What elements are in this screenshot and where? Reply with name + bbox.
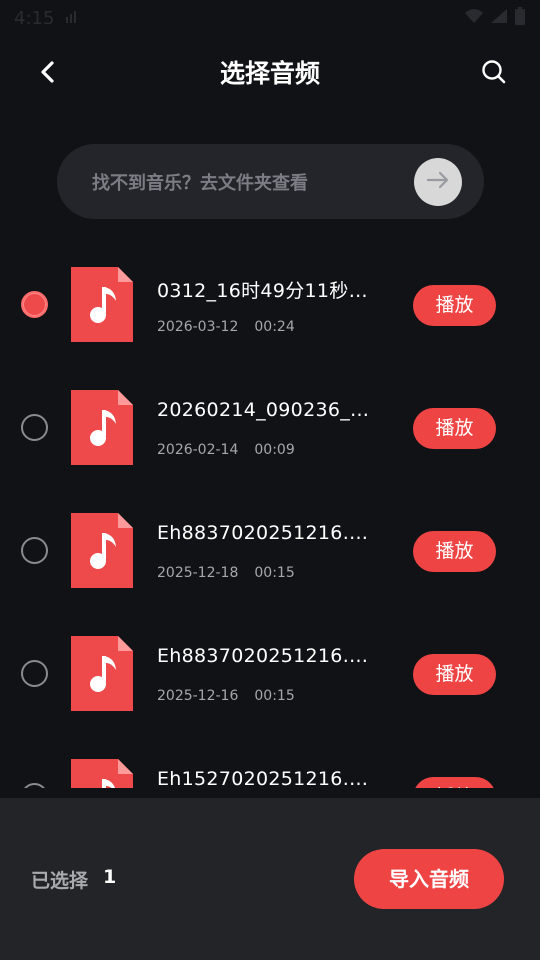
file-meta: 2025-12-16 00:15	[157, 688, 295, 704]
page-title: 选择音频	[219, 59, 320, 88]
file-name: 20260214_090236_…	[157, 399, 370, 421]
music-file-icon	[71, 759, 133, 788]
file-date: 2026-02-14	[157, 442, 239, 458]
play-button[interactable]: 播放	[413, 777, 496, 788]
status-time: 4:15	[14, 7, 55, 29]
audio-file-list[interactable]: 0312_16时49分11秒… 2026-03-12 00:24 播放 20260…	[0, 244, 540, 788]
folder-hint-text: 找不到音乐？去文件夹查看	[92, 172, 308, 194]
status-bar: 4:15	[0, 0, 540, 36]
status-right	[464, 6, 526, 30]
select-radio[interactable]	[21, 660, 48, 687]
signal-small-icon	[64, 8, 80, 29]
file-duration: 00:15	[254, 688, 295, 704]
file-date: 2025-12-16	[157, 688, 239, 704]
file-name: Eh8837020251216.…	[157, 645, 369, 667]
play-button[interactable]: 播放	[413, 408, 496, 449]
file-name: Eh8837020251216.…	[157, 522, 369, 544]
arrow-right-icon	[425, 170, 451, 194]
file-meta: 2025-12-18 00:15	[157, 565, 295, 581]
status-left: 4:15	[14, 8, 80, 29]
list-item[interactable]: 20260214_090236_… 2026-02-14 00:09 播放	[0, 367, 540, 490]
import-audio-button[interactable]: 导入音频	[354, 849, 504, 909]
play-button[interactable]: 播放	[413, 285, 496, 326]
music-file-icon	[71, 267, 133, 342]
search-icon	[481, 59, 507, 89]
selected-count: 1	[103, 866, 117, 888]
file-name: 0312_16时49分11秒…	[157, 280, 368, 302]
wifi-icon	[464, 8, 484, 29]
select-radio[interactable]	[21, 414, 48, 441]
list-item[interactable]: 0312_16时49分11秒… 2026-03-12 00:24 播放	[0, 244, 540, 367]
list-item[interactable]: Eh1527020251216.… 播放	[0, 736, 540, 788]
selected-label: 已选择	[31, 870, 89, 892]
file-meta: 2026-03-12 00:24	[157, 319, 295, 335]
file-name: Eh1527020251216.…	[157, 768, 369, 788]
list-item[interactable]: Eh8837020251216.… 2025-12-18 00:15 播放	[0, 490, 540, 613]
music-file-icon	[71, 636, 133, 711]
battery-icon	[514, 6, 526, 30]
file-duration: 00:09	[254, 442, 295, 458]
play-button[interactable]: 播放	[413, 654, 496, 695]
music-file-icon	[71, 513, 133, 588]
select-radio[interactable]	[21, 783, 48, 788]
file-duration: 00:15	[254, 565, 295, 581]
file-date: 2025-12-18	[157, 565, 239, 581]
music-file-icon	[71, 390, 133, 465]
bottom-bar: 已选择 1 导入音频	[0, 798, 540, 960]
search-button[interactable]	[474, 54, 514, 94]
open-folder-bar[interactable]: 找不到音乐？去文件夹查看	[57, 144, 484, 219]
header: 选择音频	[0, 44, 540, 104]
file-date: 2026-03-12	[157, 319, 239, 335]
select-radio[interactable]	[21, 291, 48, 318]
file-meta: 2026-02-14 00:09	[157, 442, 295, 458]
file-duration: 00:24	[254, 319, 295, 335]
cellular-icon	[490, 8, 508, 29]
folder-arrow-button[interactable]	[414, 157, 462, 206]
select-radio[interactable]	[21, 537, 48, 564]
play-button[interactable]: 播放	[413, 531, 496, 572]
list-item[interactable]: Eh8837020251216.… 2025-12-16 00:15 播放	[0, 613, 540, 736]
